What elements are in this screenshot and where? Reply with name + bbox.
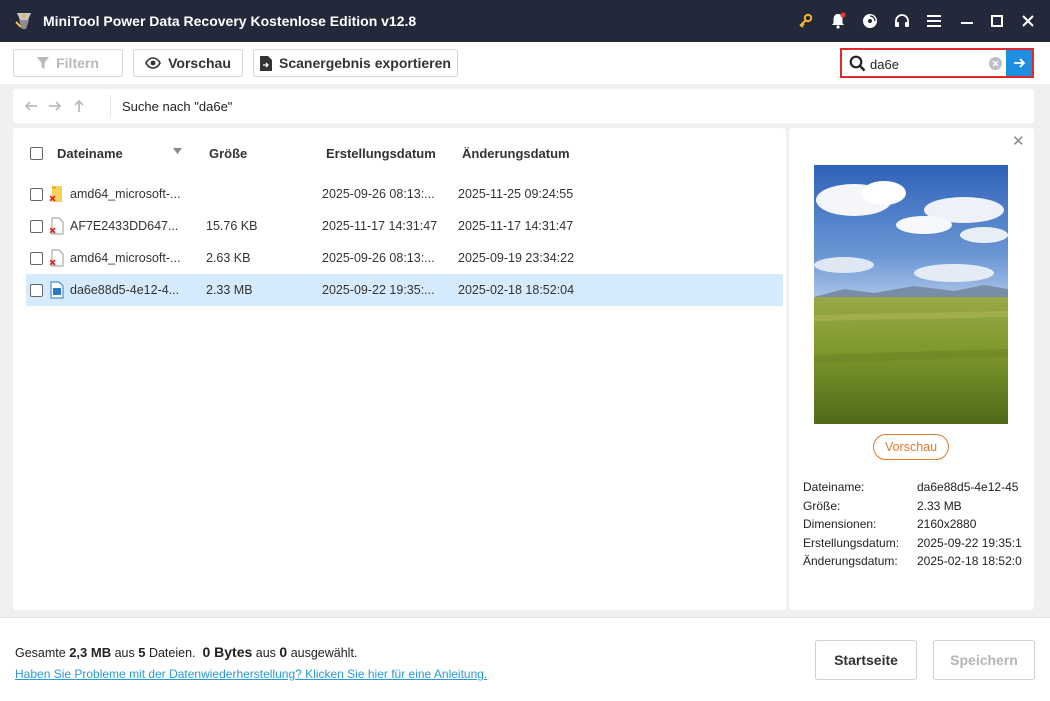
preview-key-created: Erstellungsdatum: <box>803 536 900 550</box>
preview-key-filename: Dateiname: <box>803 480 865 494</box>
preview-panel: ✕ Vorschau Dateiname: da6e88d5-4e12-45 G… <box>789 128 1034 610</box>
row-checkbox[interactable] <box>30 188 43 201</box>
file-created: 2025-09-26 08:13:... <box>322 251 435 265</box>
stats-files: Dateien. <box>148 646 196 660</box>
headset-icon[interactable] <box>892 11 912 31</box>
stats-selected: ausgewählt. <box>290 646 358 660</box>
file-name: amd64_microsoft-... <box>70 187 181 201</box>
preview-key-dimensions: Dimensionen: <box>803 517 877 531</box>
stats-prefix: Gesamte <box>15 646 66 660</box>
arrow-right-icon <box>1013 58 1025 68</box>
file-modified: 2025-11-17 14:31:47 <box>458 219 574 233</box>
title-bar: MiniTool Power Data Recovery Kostenlose … <box>0 0 1050 42</box>
file-size: 2.63 KB <box>206 251 251 265</box>
back-arrow-icon[interactable] <box>23 98 39 114</box>
file-name: amd64_microsoft-... <box>70 251 181 265</box>
preview-open-button[interactable]: Vorschau <box>873 434 949 460</box>
folder-deleted-icon <box>50 186 62 202</box>
file-deleted-icon <box>50 249 64 267</box>
nav-separator <box>110 95 111 117</box>
sort-down-icon[interactable] <box>173 148 182 154</box>
export-label: Scanergebnis exportieren <box>279 55 451 71</box>
app-logo-icon <box>15 13 31 29</box>
export-results-button[interactable]: Scanergebnis exportieren <box>253 49 458 77</box>
filter-button[interactable]: Filtern <box>13 49 123 77</box>
filter-label: Filtern <box>56 55 99 71</box>
preview-key-size: Größe: <box>803 499 841 513</box>
preview-key-modified: Änderungsdatum: <box>803 554 898 568</box>
navigation-bar: Suche nach "da6e" <box>13 89 1034 123</box>
home-button[interactable]: Startseite <box>815 640 917 680</box>
summary-stats: Gesamte 2,3 MB aus 5 Dateien. 0 Bytes au… <box>15 644 357 660</box>
close-preview-icon[interactable]: ✕ <box>1012 134 1025 149</box>
preview-value-modified: 2025-02-18 18:52:0 <box>917 554 1022 568</box>
row-checkbox[interactable] <box>30 252 43 265</box>
file-deleted-icon <box>50 217 64 235</box>
row-checkbox[interactable] <box>30 284 43 297</box>
selected-count: 0 <box>279 644 288 660</box>
table-row-selected[interactable]: da6e88d5-4e12-4... 2.33 MB 2025-09-22 19… <box>26 274 783 306</box>
file-modified: 2025-11-25 09:24:55 <box>458 187 574 201</box>
table-row[interactable]: AF7E2433DD647... 15.76 KB 2025-11-17 14:… <box>26 210 783 242</box>
export-icon <box>260 55 273 71</box>
file-modified: 2025-09-19 23:34:22 <box>458 251 575 265</box>
column-header-created[interactable]: Erstellungsdatum <box>326 146 436 161</box>
column-header-size[interactable]: Größe <box>209 146 247 161</box>
file-size: 15.76 KB <box>206 219 258 233</box>
selected-size: 0 Bytes <box>202 644 253 660</box>
file-created: 2025-09-26 08:13:... <box>322 187 435 201</box>
column-header-name[interactable]: Dateiname <box>57 146 123 161</box>
menu-icon[interactable] <box>924 11 944 31</box>
search-go-button[interactable] <box>1006 50 1032 76</box>
file-created: 2025-09-22 19:35:... <box>322 283 435 297</box>
preview-value-size: 2.33 MB <box>917 499 962 513</box>
file-name: AF7E2433DD647... <box>70 219 179 233</box>
filter-icon <box>37 57 50 69</box>
preview-label: Vorschau <box>168 55 231 71</box>
column-header-modified[interactable]: Änderungsdatum <box>462 146 570 161</box>
file-modified: 2025-02-18 18:52:04 <box>458 283 575 297</box>
forward-arrow-icon[interactable] <box>47 98 63 114</box>
app-title: MiniTool Power Data Recovery Kostenlose … <box>43 13 417 29</box>
maximize-icon[interactable] <box>987 11 1007 31</box>
total-size: 2,3 MB <box>69 645 112 660</box>
row-checkbox[interactable] <box>30 220 43 233</box>
search-input[interactable] <box>870 55 990 73</box>
preview-image <box>814 165 1008 424</box>
help-link[interactable]: Haben Sie Probleme mit der Datenwiederhe… <box>15 667 487 681</box>
stats-mid: aus <box>114 646 135 660</box>
preview-button[interactable]: Vorschau <box>133 49 243 77</box>
image-file-icon <box>50 281 64 299</box>
table-row[interactable]: amd64_microsoft-... 2.63 KB 2025-09-26 0… <box>26 242 783 274</box>
preview-value-dimensions: 2160x2880 <box>917 517 977 531</box>
file-list-panel: Dateiname Größe Erstellungsdatum Änderun… <box>13 128 786 610</box>
up-arrow-icon[interactable] <box>71 98 87 114</box>
bell-icon[interactable] <box>828 11 848 31</box>
preview-value-created: 2025-09-22 19:35:1 <box>917 536 1022 550</box>
file-name: da6e88d5-4e12-4... <box>70 283 180 297</box>
footer: Gesamte 2,3 MB aus 5 Dateien. 0 Bytes au… <box>0 617 1050 701</box>
select-all-checkbox[interactable] <box>30 147 43 160</box>
key-icon[interactable] <box>795 11 815 31</box>
eye-icon <box>145 57 162 69</box>
clear-search-icon[interactable] <box>989 57 1002 70</box>
file-count: 5 <box>138 645 146 660</box>
file-size: 2.33 MB <box>206 283 253 297</box>
search-path-label: Suche nach "da6e" <box>122 99 233 114</box>
minimize-icon[interactable] <box>957 11 977 31</box>
preview-value-filename: da6e88d5-4e12-45 <box>917 480 1019 494</box>
stats-aus: aus <box>255 646 276 660</box>
table-row[interactable]: amd64_microsoft-... 2025-09-26 08:13:...… <box>26 178 783 210</box>
save-button[interactable]: Speichern <box>933 640 1035 680</box>
close-icon[interactable] <box>1018 11 1038 31</box>
search-box <box>840 48 1034 78</box>
file-created: 2025-11-17 14:31:47 <box>322 219 438 233</box>
disc-icon[interactable] <box>860 11 880 31</box>
search-icon <box>849 55 866 72</box>
